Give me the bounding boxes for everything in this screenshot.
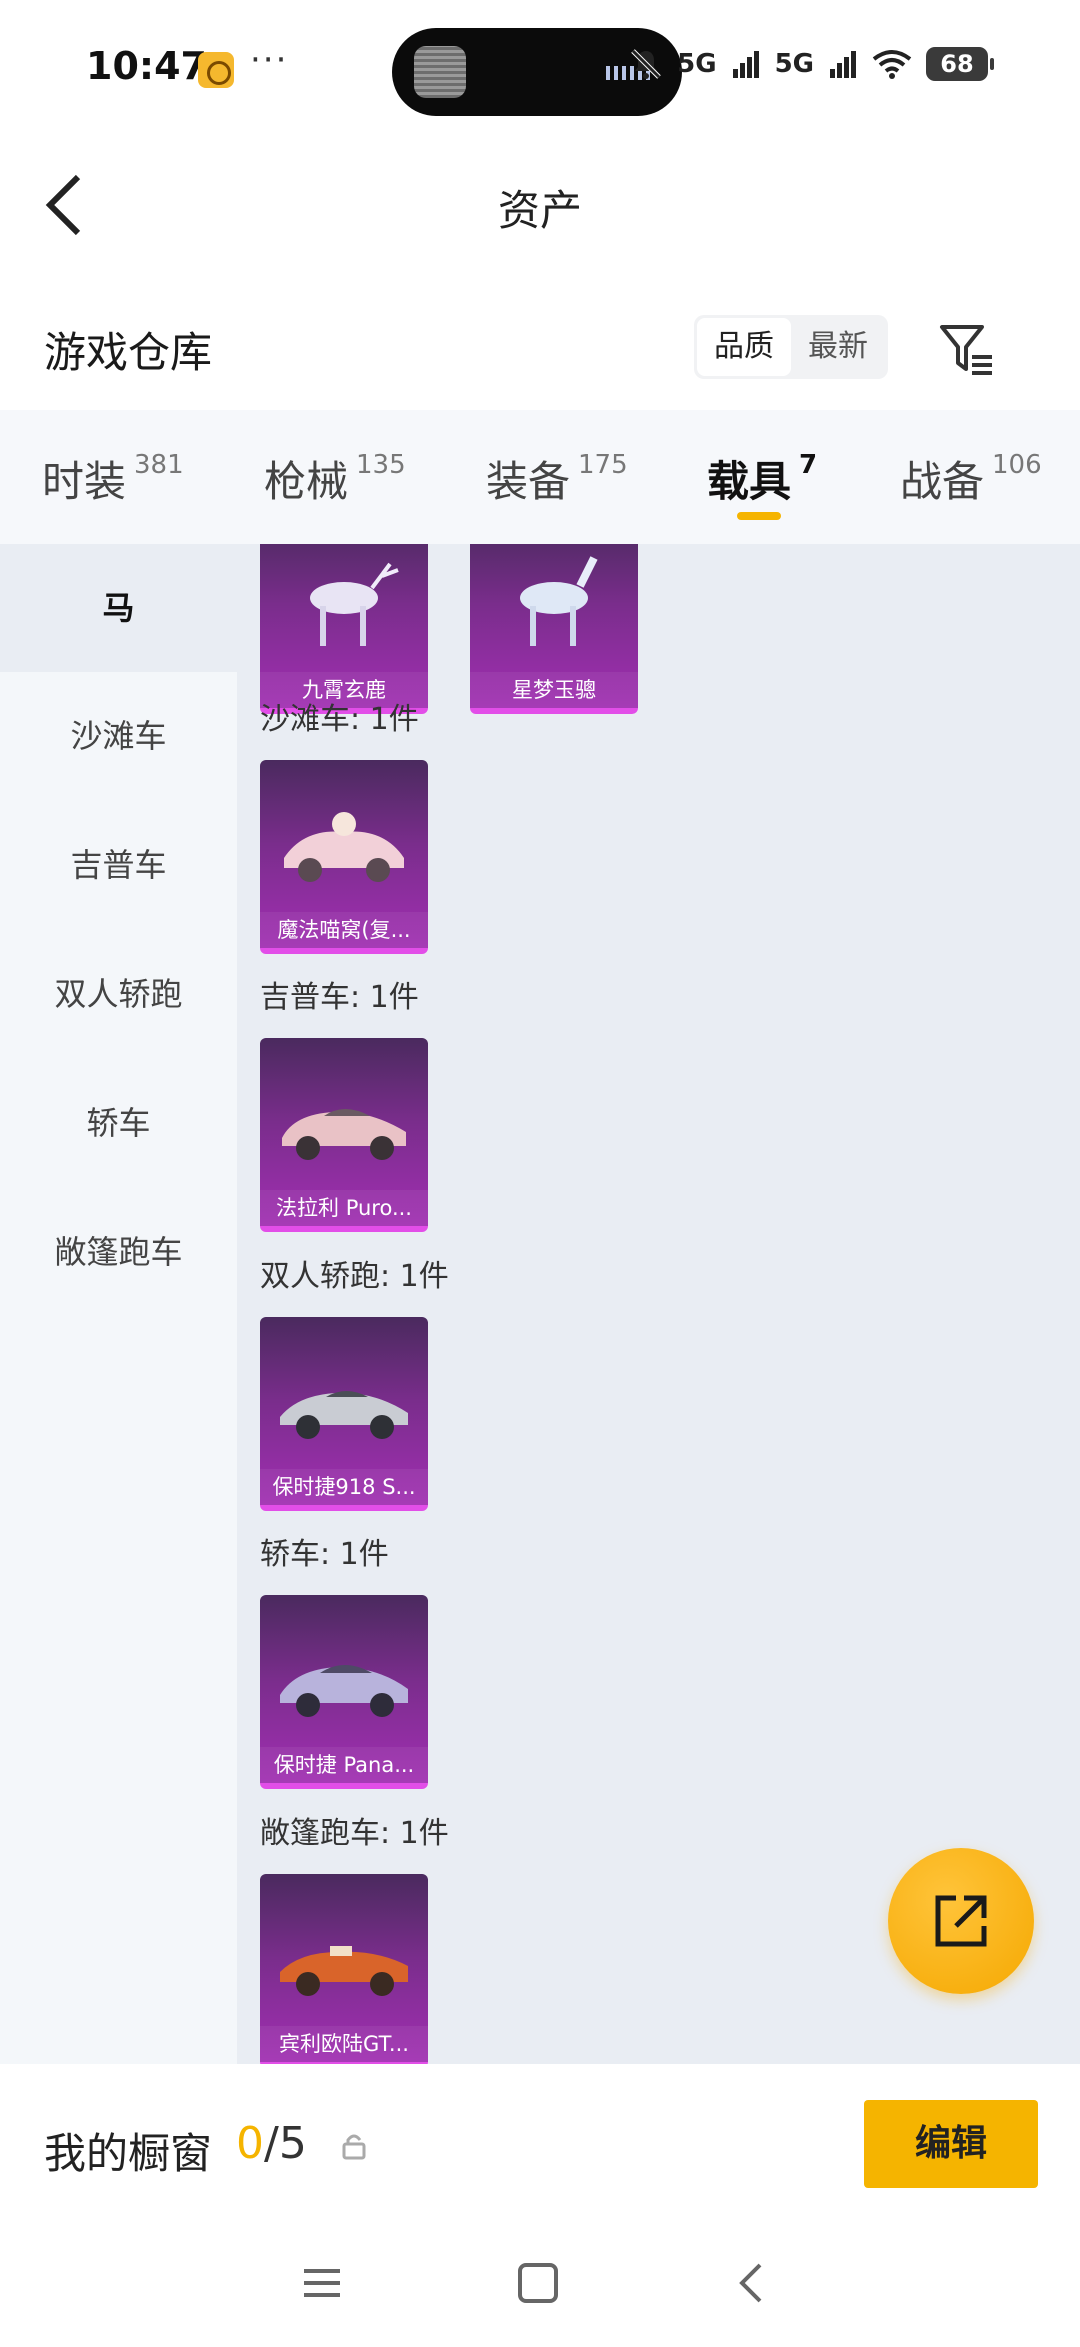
active-tab-indicator [737, 512, 781, 520]
sort-latest-option[interactable]: 最新 [791, 318, 885, 376]
edit-button[interactable]: 编辑 [864, 2100, 1038, 2188]
silver-sports-car-icon [280, 1391, 408, 1439]
tab-count: 106 [992, 450, 1042, 480]
sidebar-item-horse[interactable]: 马 [0, 544, 237, 672]
showcase-total: /5 [264, 2118, 307, 2169]
sidebar-item-beach-buggy[interactable]: 沙滩车 [0, 672, 237, 800]
lavender-sedan-icon [280, 1665, 408, 1717]
warehouse-title-row: 游戏仓库 品质 最新 [0, 275, 1080, 410]
showcase-count: 0/5 [236, 2118, 307, 2169]
showcase-current: 0 [236, 2118, 264, 2169]
tab-count: 135 [356, 450, 406, 480]
section-header-beach-buggy: 沙滩车: 1件 [260, 702, 419, 737]
category-tabs: 时装 381 枪械 135 装备 175 载具 7 战备 106 [0, 410, 1080, 544]
signal-5g-label-2: 5G [774, 49, 814, 79]
battery-icon: 68 [926, 47, 994, 81]
nav-back-icon[interactable] [728, 2257, 780, 2309]
tab-supplies[interactable]: 战备 106 [900, 448, 1042, 509]
tab-count: 7 [799, 450, 818, 480]
sort-toggle: 品质 最新 [694, 315, 888, 379]
wifi-icon [872, 50, 912, 79]
status-time: 10:47 [86, 44, 207, 88]
vehicle-type-sidebar: 马 沙滩车 吉普车 双人轿跑 轿车 敞篷跑车 [0, 544, 237, 2064]
tab-count: 175 [578, 450, 628, 480]
vehicle-card[interactable]: 保时捷918 S... [260, 1317, 428, 1511]
signal-bars-icon-2 [830, 51, 856, 78]
vehicle-name: 保时捷 Pana... [260, 1747, 428, 1783]
deer-mount-icon [310, 562, 399, 646]
notification-app-icon [198, 52, 234, 88]
home-square-icon[interactable] [512, 2257, 564, 2309]
status-icons: 5G 5G 68 [629, 42, 994, 86]
app-header: 资产 [0, 135, 1080, 275]
tab-weapons[interactable]: 枪械 135 [264, 448, 406, 509]
tab-label: 载具 [707, 457, 792, 506]
status-more-icon: ··· [250, 40, 289, 80]
vehicle-name: 星梦玉骢 [470, 672, 638, 708]
pink-sports-car-icon [282, 1109, 406, 1160]
sidebar-item-convertible[interactable]: 敞篷跑车 [0, 1188, 237, 1316]
tab-label: 战备 [900, 457, 985, 506]
status-bar: 10:47 ··· 5G 5G 68 [0, 0, 1080, 135]
menu-icon[interactable] [296, 2257, 348, 2309]
vehicle-card[interactable]: 魔法喵窝(复... [260, 760, 428, 954]
tab-equipment[interactable]: 装备 175 [486, 448, 628, 509]
page-title: 资产 [497, 186, 582, 235]
vehicle-name: 保时捷918 S... [260, 1469, 428, 1505]
sort-quality-option[interactable]: 品质 [697, 318, 791, 376]
horse-mount-icon [520, 556, 598, 646]
vehicle-card[interactable]: 九霄玄鹿 [260, 544, 428, 714]
vehicle-card[interactable]: 保时捷 Pana... [260, 1595, 428, 1789]
pink-cat-car-icon [284, 812, 404, 882]
vehicle-name: 魔法喵窝(复... [260, 912, 428, 948]
warehouse-title: 游戏仓库 [44, 328, 213, 377]
share-external-icon [935, 1895, 987, 1947]
section-header-sedan: 轿车: 1件 [260, 1537, 389, 1572]
showcase-label: 我的橱窗 [44, 2129, 213, 2178]
island-thumbnail-icon [414, 46, 466, 98]
signal-bars-icon [732, 51, 759, 78]
vehicle-name: 法拉利 Puro... [260, 1190, 428, 1226]
lock-icon [342, 2134, 366, 2160]
vehicle-card[interactable]: 法拉利 Puro... [260, 1038, 428, 1232]
tab-count: 381 [134, 450, 184, 480]
tab-vehicles[interactable]: 载具 7 [707, 448, 817, 509]
sidebar-item-sedan[interactable]: 轿车 [0, 1059, 237, 1187]
showcase-bar: 我的橱窗 0/5 编辑 [0, 2064, 1080, 2219]
vehicle-list: 九霄玄鹿 星梦玉骢 沙滩车: 1件 魔法喵窝(复... 吉普车: 1件 法拉利 … [237, 544, 1080, 2064]
vehicle-card[interactable]: 宾利欧陆GT... [260, 1874, 428, 2064]
sidebar-item-jeep[interactable]: 吉普车 [0, 801, 237, 929]
orange-convertible-icon [280, 1946, 408, 1996]
tab-label: 装备 [486, 457, 571, 506]
share-fab-button[interactable] [888, 1848, 1034, 1994]
tab-label: 时装 [42, 457, 127, 506]
tab-label: 枪械 [264, 457, 349, 506]
filter-icon[interactable] [936, 319, 996, 379]
section-header-coupe: 双人轿跑: 1件 [260, 1259, 449, 1294]
section-header-jeep: 吉普车: 1件 [260, 980, 419, 1015]
section-header-convertible: 敞篷跑车: 1件 [260, 1816, 449, 1851]
vehicle-card[interactable]: 星梦玉骢 [470, 544, 638, 714]
system-nav-bar [0, 2219, 1080, 2347]
sidebar-item-coupe[interactable]: 双人轿跑 [0, 930, 237, 1058]
vehicle-name: 宾利欧陆GT... [260, 2026, 428, 2062]
signal-5g-label-1: 5G [677, 49, 717, 79]
tab-fashion[interactable]: 时装 381 [42, 448, 184, 509]
mute-bell-icon [631, 49, 661, 79]
